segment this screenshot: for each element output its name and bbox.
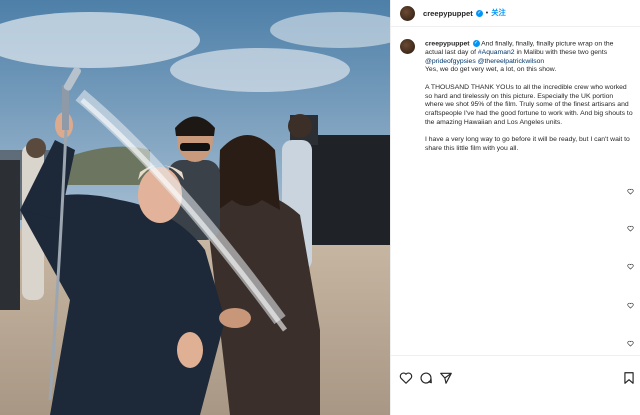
caption-username[interactable]: creepypuppet — [425, 40, 470, 47]
caption-text: Yes, we do get very wet, a lot, on this … — [425, 66, 557, 74]
caption-text: in Malibu with these two gents — [514, 49, 608, 56]
verified-icon: ✓ — [475, 9, 483, 17]
heart-icon[interactable] — [627, 225, 634, 232]
caption-paragraph: I have a very long way to go before it w… — [425, 136, 630, 152]
heart-icon[interactable] — [627, 302, 634, 309]
heart-icon[interactable] — [627, 188, 634, 195]
bookmark-icon[interactable] — [622, 371, 636, 385]
separator-dot: • — [485, 9, 489, 17]
action-bar — [391, 355, 640, 415]
username[interactable]: creepypuppet — [423, 9, 473, 18]
heart-icon[interactable] — [627, 263, 634, 270]
post-photo[interactable] — [0, 0, 390, 415]
caption-avatar[interactable] — [400, 39, 415, 54]
heart-icon[interactable] — [627, 340, 634, 347]
comment-icon[interactable] — [419, 371, 433, 385]
post-image — [0, 0, 390, 415]
verified-icon: ✓ — [472, 40, 480, 47]
share-icon[interactable] — [439, 371, 453, 385]
like-heart-icon[interactable] — [399, 371, 413, 385]
hashtag-link[interactable]: #Aquaman2 — [478, 49, 515, 56]
caption-paragraph: A THOUSAND THANK YOUs to all the incredi… — [425, 83, 633, 126]
post-header: creepypuppet ✓ • 关注 — [391, 0, 640, 27]
caption: creepypuppet ✓ And finally, finally, fina… — [425, 40, 633, 162]
post-sidebar: creepypuppet ✓ • 关注 creepypuppet ✓ And fi… — [390, 0, 640, 415]
avatar[interactable] — [400, 5, 415, 21]
mention-link[interactable]: @thereelpatrickwilson — [478, 58, 545, 65]
follow-button[interactable]: 关注 — [491, 8, 506, 18]
mention-link[interactable]: @prideofgypsies — [425, 58, 476, 65]
